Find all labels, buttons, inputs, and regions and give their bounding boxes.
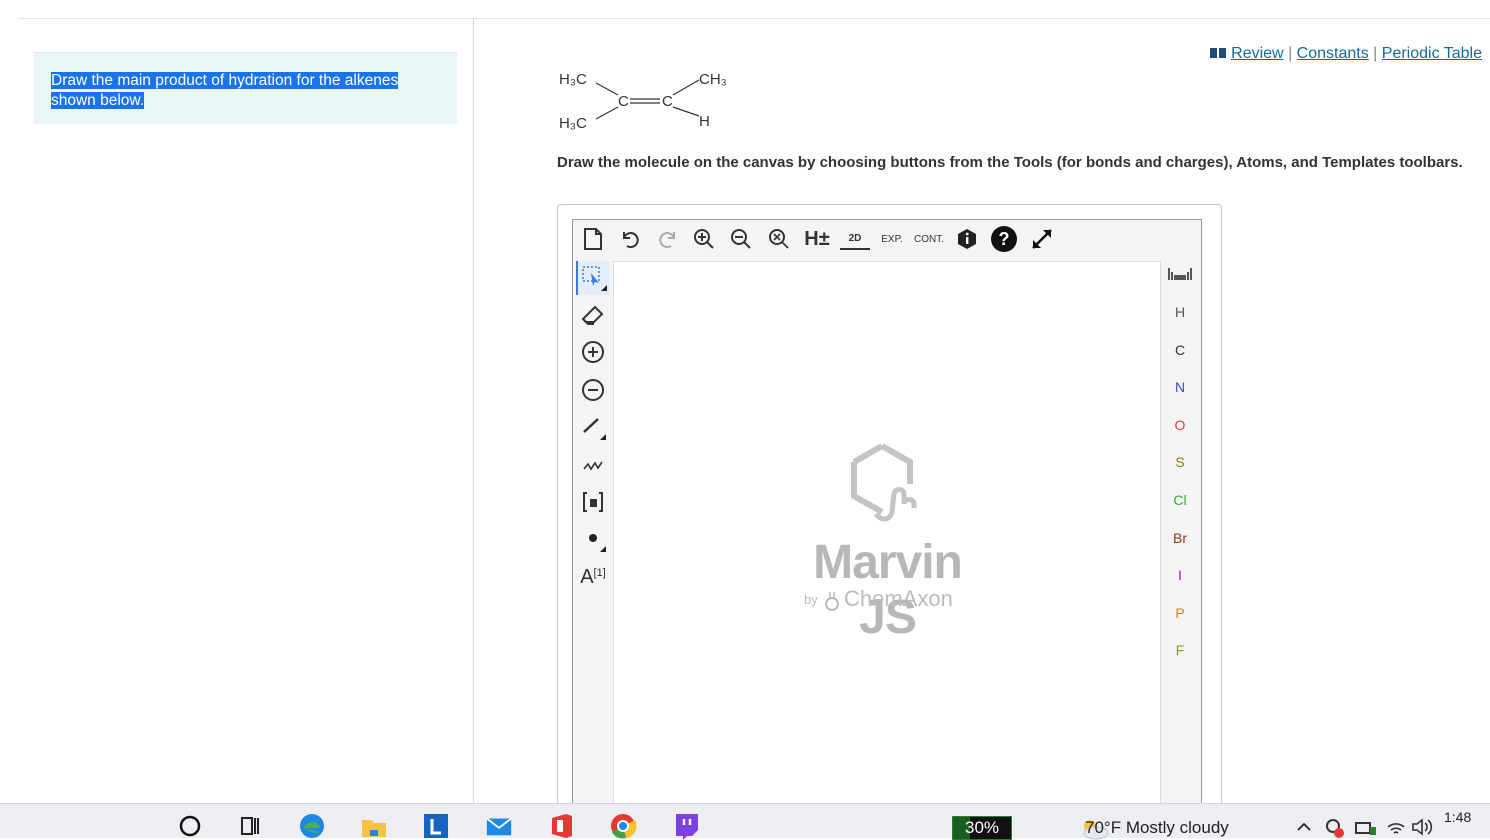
atom-button-f[interactable]: F	[1165, 637, 1195, 663]
selected-prompt-text: Draw the main product of hydration for t…	[51, 72, 399, 109]
atom-c2: C	[662, 93, 673, 110]
single-bond-icon[interactable]	[576, 410, 610, 444]
atom-ch3: CH₃	[699, 71, 727, 88]
edge-browser-icon[interactable]	[298, 812, 326, 840]
atom-button-s[interactable]: S	[1165, 449, 1195, 475]
periodic-table-icon[interactable]	[1165, 263, 1195, 289]
eraser-icon[interactable]	[576, 298, 610, 332]
atom-button-cl[interactable]: Cl	[1165, 487, 1195, 513]
negative-charge-icon[interactable]	[576, 373, 610, 407]
expand-icon[interactable]: EXP.	[877, 224, 907, 254]
bond-line	[595, 106, 619, 120]
bond-line	[672, 106, 700, 117]
atom-button-i[interactable]: I	[1165, 562, 1195, 588]
chevron-up-icon[interactable]	[1296, 820, 1312, 832]
radical-icon[interactable]	[576, 522, 610, 556]
bond-line	[672, 79, 700, 96]
atom-h3c-top: H₃C	[559, 71, 587, 88]
atom-map-icon[interactable]: A [1]	[576, 560, 610, 594]
atom-button-c[interactable]: C	[1165, 337, 1195, 363]
hydrogen-toggle-icon[interactable]: H±	[802, 224, 832, 254]
network-alert-icon[interactable]	[1323, 817, 1347, 839]
atom-map-index: [1]	[593, 567, 606, 579]
chrome-icon[interactable]	[609, 812, 637, 840]
bracket-icon[interactable]	[576, 485, 610, 519]
contract-icon[interactable]: CONT.	[914, 224, 944, 254]
fullscreen-icon[interactable]	[1027, 224, 1057, 254]
top-divider	[18, 18, 1490, 19]
bond-line	[595, 82, 619, 96]
chemaxon-logo-icon	[825, 592, 839, 611]
question-prompt-box: Draw the main product of hydration for t…	[34, 52, 457, 124]
positive-charge-icon[interactable]	[576, 335, 610, 369]
atom-h: H	[699, 113, 710, 130]
clock[interactable]: 1:48	[1444, 808, 1471, 826]
book-icon	[1209, 48, 1226, 58]
info-icon[interactable]	[952, 224, 982, 254]
link-separator: |	[1288, 45, 1293, 62]
link-separator: |	[1373, 45, 1378, 62]
alkene-structure: H₃C CH₃ H₃C H C C	[559, 71, 727, 132]
file-explorer-icon[interactable]	[360, 812, 388, 840]
new-document-icon[interactable]	[578, 224, 608, 254]
watermark-company: ChemAxon	[844, 586, 953, 611]
atom-button-h[interactable]: H	[1165, 299, 1195, 325]
atom-button-o[interactable]: O	[1165, 412, 1195, 438]
atom-button-br[interactable]: Br	[1165, 525, 1195, 551]
launcher-app-icon[interactable]	[422, 812, 450, 840]
redo-icon[interactable]	[653, 224, 683, 254]
marvin-watermark: Marvin JS by ChemAxon	[780, 440, 995, 644]
windows-taskbar: 30% 70°F Mostly cloudy 1:48	[0, 803, 1490, 840]
atom-map-letter: A	[580, 565, 594, 588]
svg-text:?: ?	[999, 229, 1010, 249]
wifi-icon[interactable]	[1386, 819, 1406, 837]
constants-link[interactable]: Constants	[1297, 45, 1369, 62]
resource-links: Review | Constants | Periodic Table	[1209, 45, 1482, 63]
clean-2d-icon[interactable]: 2D	[840, 228, 870, 250]
question-prompt: Draw the main product of hydration for t…	[51, 71, 431, 111]
instruction-text: Draw the molecule on the canvas by choos…	[557, 154, 1463, 171]
weather-text[interactable]: 70°F Mostly cloudy	[1085, 818, 1229, 838]
mail-icon[interactable]	[485, 812, 513, 840]
panel-divider	[473, 18, 474, 804]
search-icon[interactable]	[176, 812, 204, 840]
office-icon[interactable]	[548, 812, 576, 840]
review-link[interactable]: Review	[1231, 45, 1283, 62]
zoom-fit-icon[interactable]	[764, 224, 794, 254]
zoom-in-icon[interactable]	[689, 224, 719, 254]
chain-icon[interactable]	[576, 447, 610, 481]
periodic-table-link[interactable]: Periodic Table	[1382, 45, 1482, 62]
undo-icon[interactable]	[615, 224, 645, 254]
battery-indicator[interactable]: 30%	[952, 816, 1012, 840]
volume-icon[interactable]	[1410, 817, 1434, 837]
zoom-out-icon[interactable]	[726, 224, 756, 254]
atom-button-n[interactable]: N	[1165, 374, 1195, 400]
select-icon[interactable]	[576, 261, 610, 295]
atom-h3c-bottom: H₃C	[559, 115, 587, 132]
atom-button-p[interactable]: P	[1165, 600, 1195, 626]
atom-c1: C	[618, 93, 629, 110]
watermark-by: by	[804, 592, 818, 607]
device-icon[interactable]	[1354, 821, 1378, 837]
twitch-icon[interactable]	[672, 812, 700, 840]
battery-percent: 30%	[964, 818, 1000, 837]
marvin-logo-icon	[851, 443, 917, 522]
help-icon[interactable]: ?	[989, 224, 1019, 254]
task-view-icon[interactable]	[236, 812, 264, 840]
